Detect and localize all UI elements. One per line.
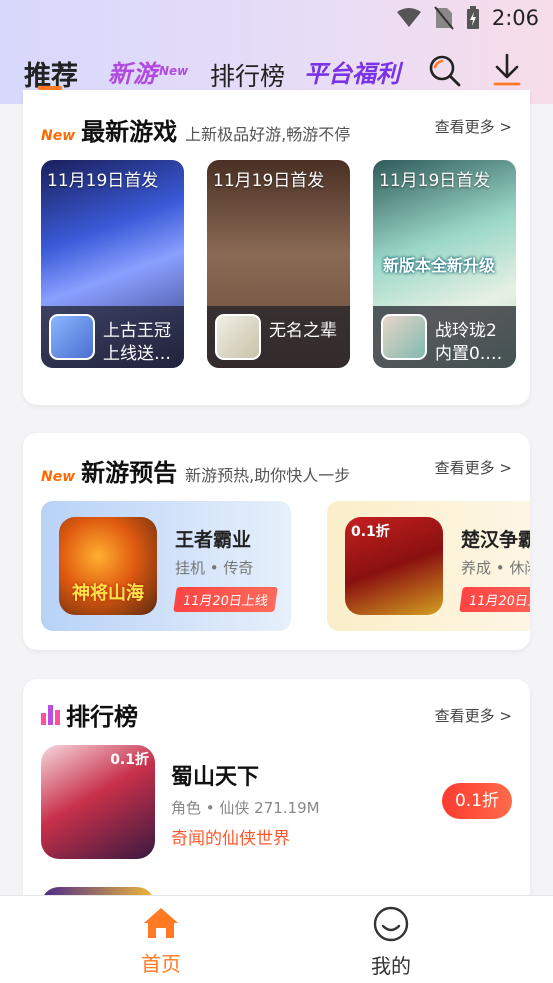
download-icon[interactable]	[492, 52, 522, 88]
no-sim-icon	[434, 6, 454, 30]
preview-header: New 新游预告 新游预热,助你快人一步	[41, 453, 350, 488]
ranking-header: 排行榜	[41, 697, 138, 732]
new-tag: New	[41, 469, 76, 485]
section-subtitle: 新游预热,助你快人一步	[185, 466, 351, 485]
game-name: 无名之辈	[269, 321, 337, 341]
status-time: 2:06	[491, 6, 539, 30]
search-icon[interactable]	[428, 54, 462, 88]
game-icon: 0.1折	[345, 517, 443, 615]
game-name: 上古王冠	[103, 321, 171, 341]
ranking-chart-icon	[41, 704, 60, 725]
section-title: 新游预告	[81, 459, 178, 487]
wifi-icon	[396, 8, 421, 27]
icon-discount-corner: 0.1折	[110, 752, 149, 768]
section-title: 最新游戏	[81, 118, 178, 146]
game-card[interactable]: 11月19日首发 无名之辈	[207, 160, 350, 368]
discount-button[interactable]: 0.1折	[442, 783, 512, 819]
game-card[interactable]: 11月19日首发 上古王冠 上线送千...	[41, 160, 184, 368]
status-bar: 2:06	[0, 0, 553, 40]
game-desc: 上线送千...	[103, 344, 179, 364]
preview-section: New 新游预告 新游预热,助你快人一步 查看更多 > 神将山海 王者霸业 挂机…	[23, 433, 530, 650]
game-icon	[381, 314, 427, 360]
preview-game-card[interactable]: 神将山海 王者霸业 挂机 • 传奇 11月20日上线	[41, 501, 291, 631]
see-more-link[interactable]: 查看更多 >	[435, 457, 512, 478]
game-icon	[215, 314, 261, 360]
tab-platform-welfare[interactable]: 平台福利	[304, 54, 400, 89]
game-tags: 养成 • 休闲	[461, 559, 530, 577]
game-banner-text: 新版本全新升级	[383, 256, 496, 275]
latest-games-section: New 最新游戏 上新极品好游,畅游不停 查看更多 > 11月19日首发 上古王…	[23, 90, 530, 405]
new-games-badge: New	[159, 64, 189, 78]
latest-games-header: New 最新游戏 上新极品好游,畅游不停	[41, 112, 350, 147]
tab-mine[interactable]: 我的	[331, 906, 451, 979]
tab-ranking[interactable]: 排行榜	[210, 57, 285, 93]
game-icon: 神将山海	[59, 517, 157, 615]
tab-label: 我的	[371, 954, 411, 978]
tab-label: 首页	[141, 952, 181, 976]
release-date: 11月19日首发	[379, 171, 491, 191]
icon-caption: 0.1折	[351, 524, 390, 540]
section-title: 排行榜	[66, 703, 138, 731]
game-info-bar: 无名之辈	[207, 306, 350, 368]
icon-caption: 神将山海	[72, 583, 144, 604]
game-card[interactable]: 11月19日首发 新版本全新升级 战玲珑2 内置0.1...	[373, 160, 516, 368]
preview-game-card[interactable]: 0.1折 楚汉争霸 养成 • 休闲 11月20日上线	[327, 501, 530, 631]
tab-new-games[interactable]: 新游	[108, 54, 158, 89]
launch-date-badge: 11月20日上线	[459, 587, 530, 612]
game-tags: 角色 • 仙侠 271.19M	[171, 799, 320, 817]
game-info-bar: 战玲珑2 内置0.1...	[373, 306, 516, 368]
game-name: 王者霸业	[175, 529, 252, 551]
smiley-icon	[373, 906, 409, 942]
game-info-bar: 上古王冠 上线送千...	[41, 306, 184, 368]
game-name: 战玲珑2	[435, 321, 497, 341]
bottom-tab-bar: 首页 我的	[0, 895, 553, 983]
release-date: 11月19日首发	[213, 171, 325, 191]
game-icon	[49, 314, 95, 360]
game-desc: 内置0.1...	[435, 344, 511, 364]
new-tag: New	[41, 128, 76, 144]
see-more-link[interactable]: 查看更多 >	[435, 705, 512, 726]
see-more-link[interactable]: 查看更多 >	[435, 116, 512, 137]
home-icon	[144, 908, 178, 938]
tab-home[interactable]: 首页	[101, 906, 221, 977]
game-name[interactable]: 蜀山天下	[171, 759, 259, 791]
game-name: 楚汉争霸	[461, 529, 530, 551]
section-subtitle: 上新极品好游,畅游不停	[185, 125, 351, 144]
game-slogan: 奇闻的仙侠世界	[171, 829, 290, 849]
battery-charging-icon	[466, 6, 479, 29]
status-icons: 2:06	[396, 6, 539, 30]
game-tags: 挂机 • 传奇	[175, 559, 254, 577]
game-icon[interactable]: 0.1折	[41, 745, 155, 859]
launch-date-badge: 11月20日上线	[173, 587, 278, 612]
release-date: 11月19日首发	[47, 171, 159, 191]
